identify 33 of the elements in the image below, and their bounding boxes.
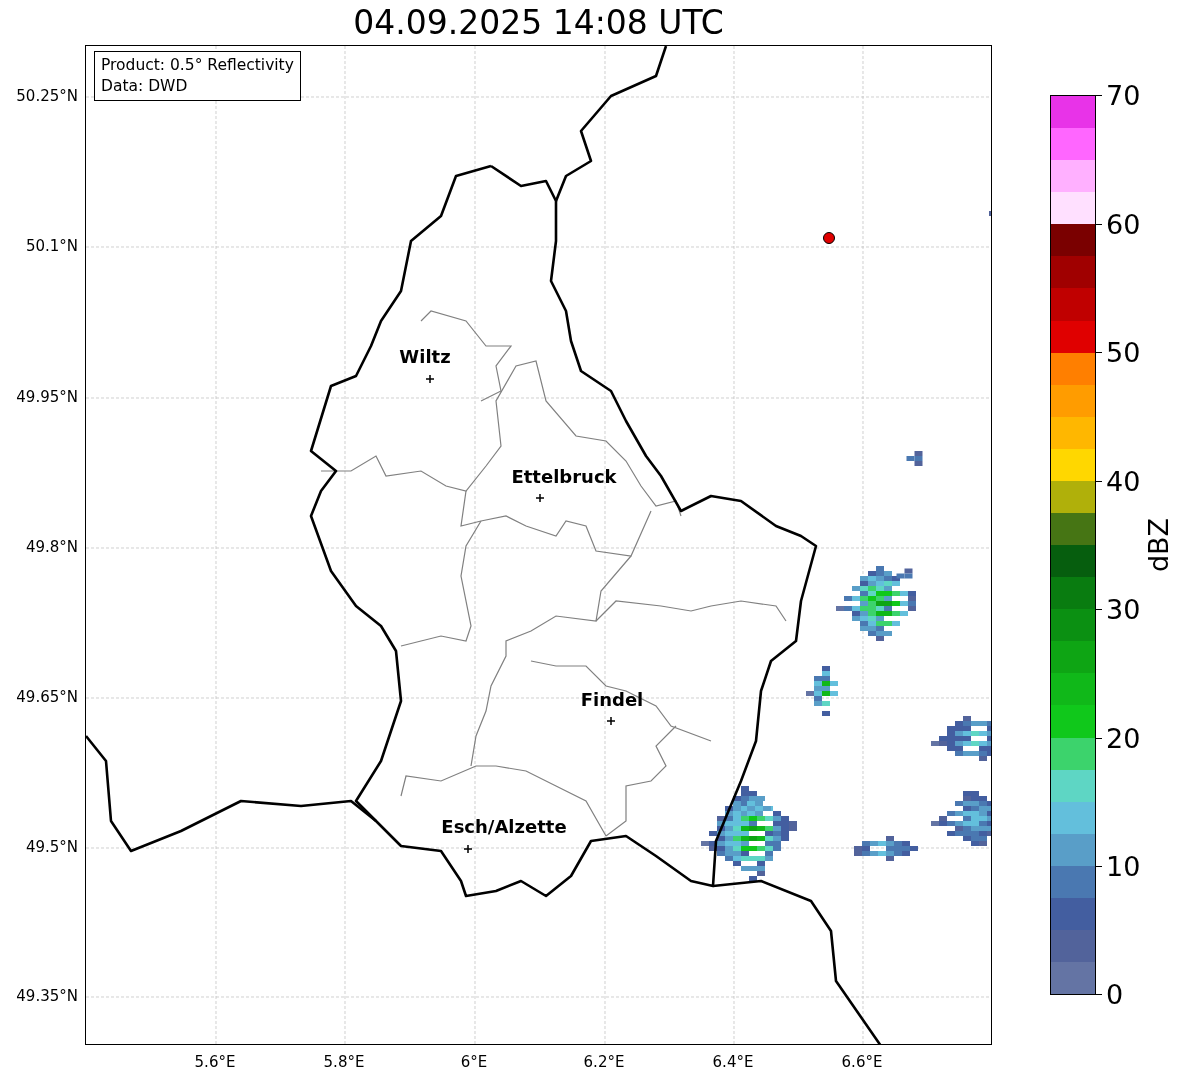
colorbar-tick-label: 20 [1106,722,1141,754]
info-box: Product: 0.5° Reflectivity Data: DWD [94,51,301,101]
city-marker-icon [463,844,473,854]
city-marker-icon [425,374,435,384]
axis-tick-label: 50.1°N [25,237,78,255]
axis-tick-label: 5.8°E [323,1053,365,1071]
axis-tick-label: 6.4°E [712,1053,754,1071]
colorbar-tick-label: 40 [1106,465,1141,497]
colorbar-tick-label: 0 [1106,978,1124,1010]
axis-tick-label: 49.8°N [25,538,78,556]
axis-tick-label: 49.65°N [16,688,78,706]
axis-tick-label: 5.6°E [194,1053,236,1071]
city-label: Ettelbruck [511,466,617,487]
colorbar-tick-label: 60 [1106,208,1141,240]
colorbar-tick-label: 30 [1106,593,1141,625]
axis-tick-label: 6.6°E [841,1053,883,1071]
city-label: Findel [580,689,644,710]
city-marker-icon [606,716,616,726]
axis-tick-label: 6°E [460,1053,488,1071]
city-label: Wiltz [399,346,451,367]
axis-tick-label: 50.25°N [16,87,78,105]
axis-tick-label: 49.5°N [25,838,78,856]
axis-tick-label: 6.2°E [583,1053,625,1071]
colorbar-tick-label: 50 [1106,336,1141,368]
city-label: Esch/Alzette [441,816,567,837]
axis-tick-label: 49.35°N [16,987,78,1005]
axis-tick-label: 49.95°N [16,388,78,406]
colorbar-tick-label: 70 [1106,79,1141,111]
figure-title: 04.09.2025 14:08 UTC [352,2,725,44]
colorbar-label: dBZ [1142,517,1174,573]
station-marker [823,232,835,244]
colorbar-tick-label: 10 [1106,850,1141,882]
city-marker-icon [535,493,545,503]
